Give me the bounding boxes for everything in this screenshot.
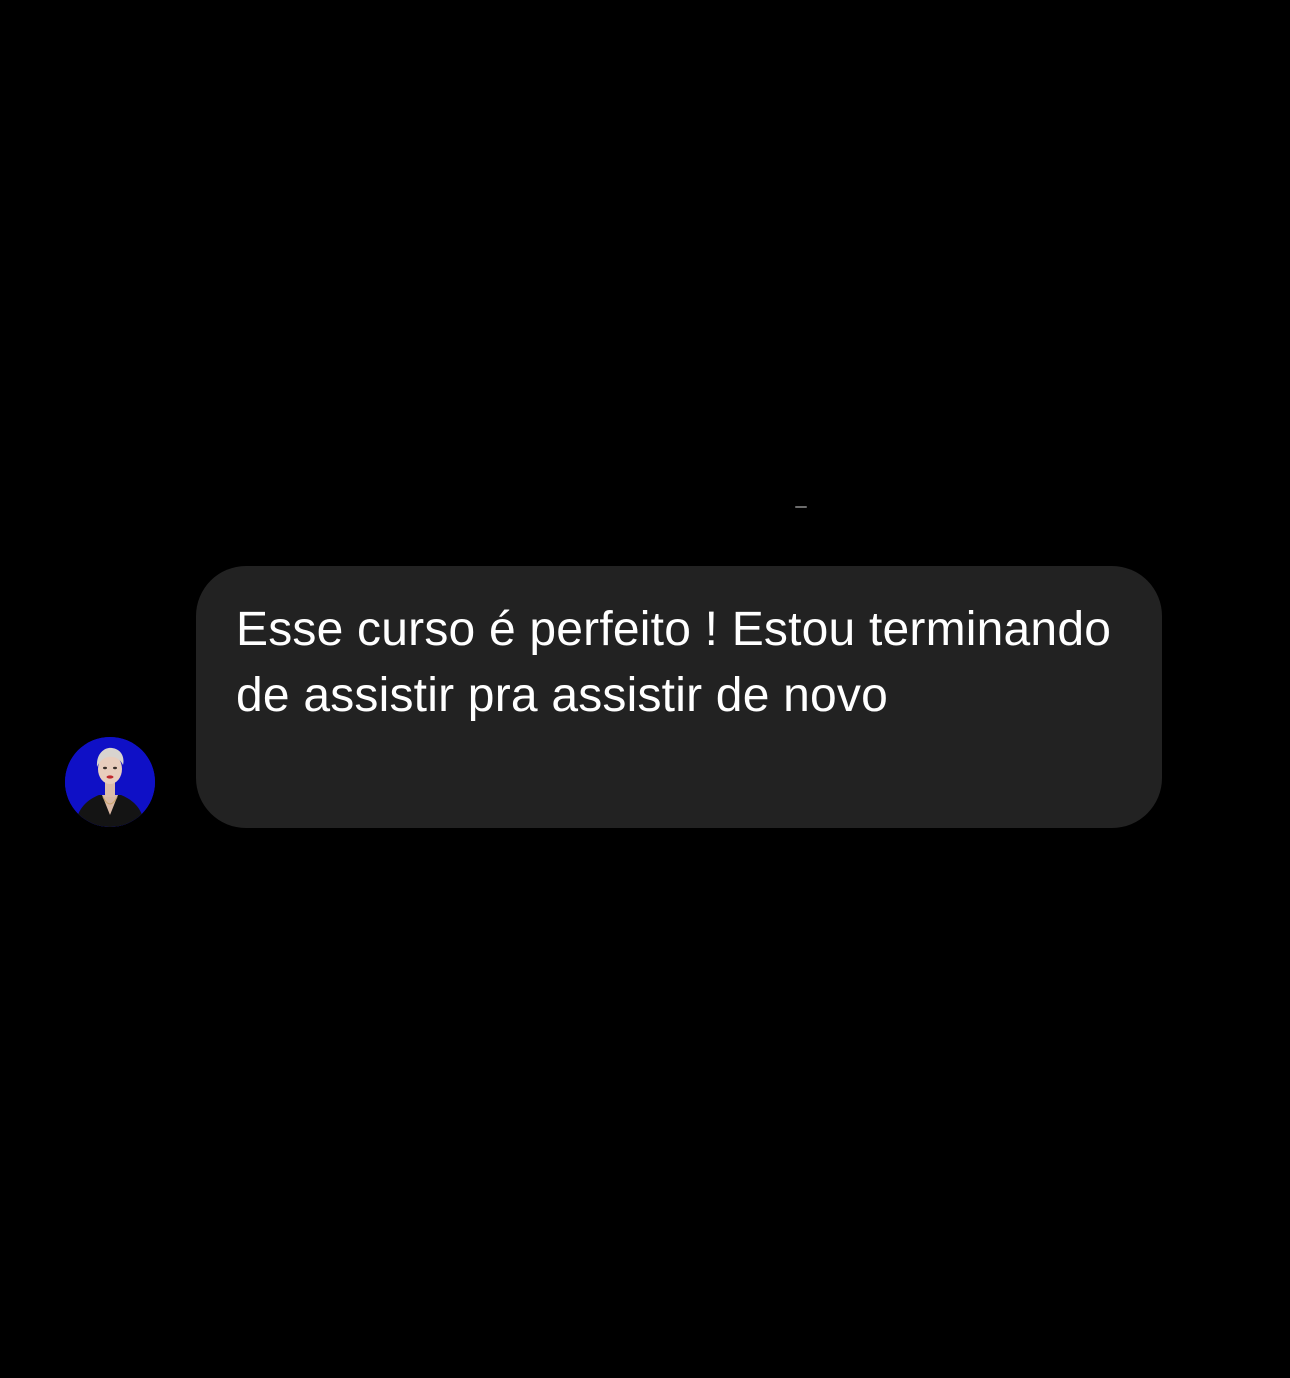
sender-avatar[interactable] bbox=[65, 737, 155, 827]
chat-thread: Esse curso é perfeito ! Estou terminando… bbox=[0, 0, 1290, 1378]
message-text: Esse curso é perfeito ! Estou terminando… bbox=[236, 603, 1112, 722]
message-bubble[interactable]: Esse curso é perfeito ! Estou terminando… bbox=[196, 566, 1162, 828]
scroll-indicator bbox=[795, 506, 807, 508]
avatar-photo-icon bbox=[65, 737, 155, 827]
